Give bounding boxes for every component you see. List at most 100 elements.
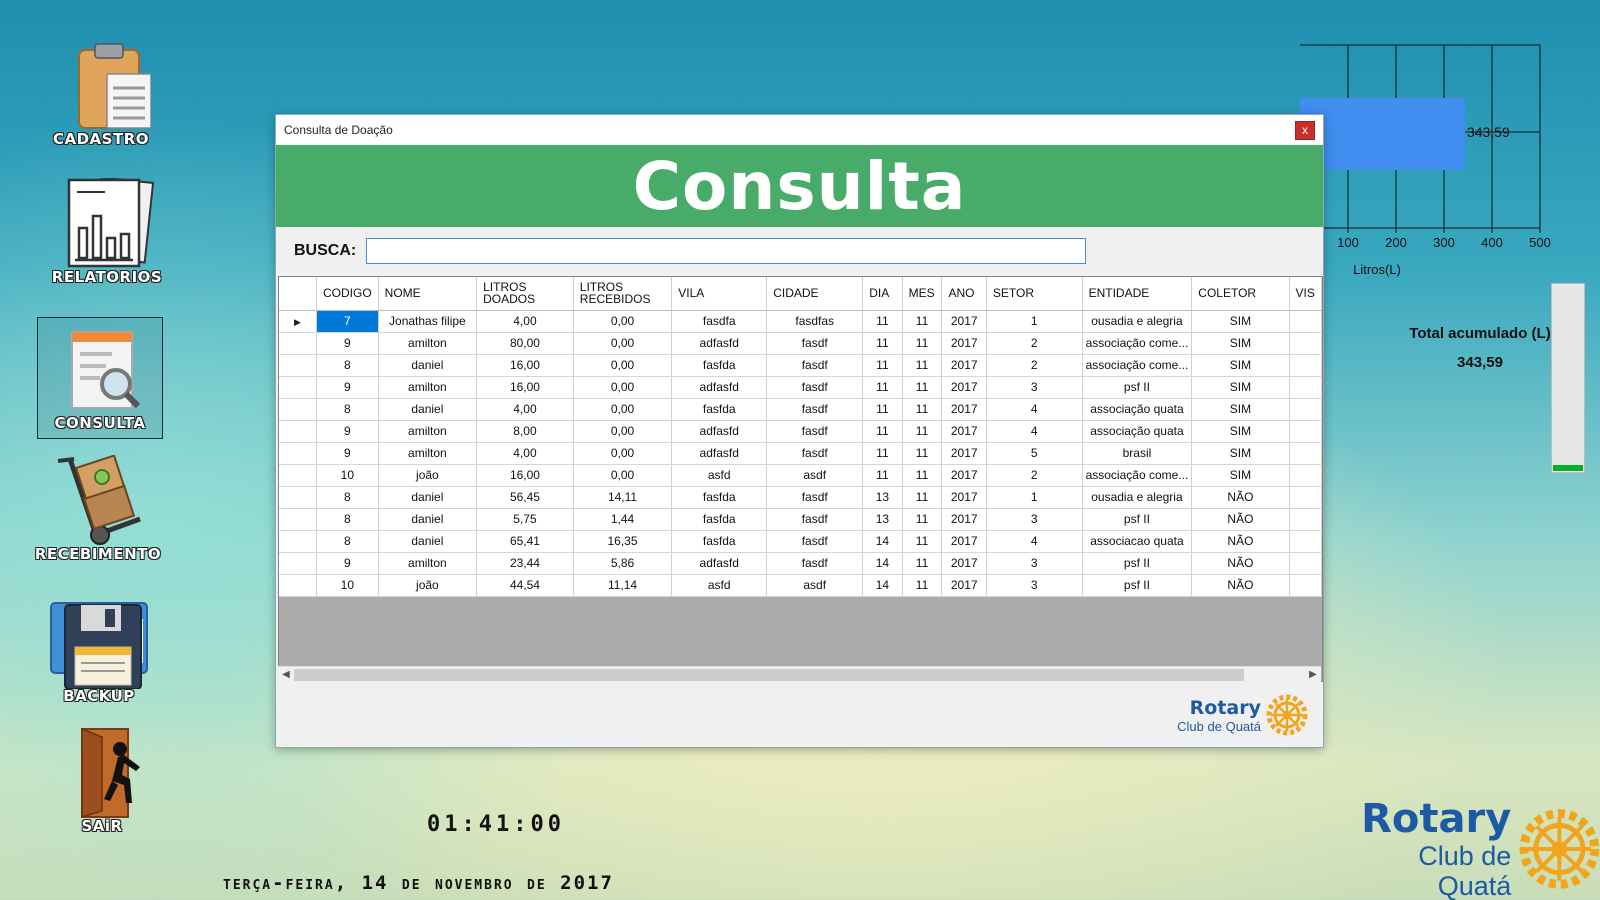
table-cell[interactable]: SIM xyxy=(1191,420,1290,443)
table-cell[interactable]: fasfda xyxy=(671,530,768,553)
row-header[interactable] xyxy=(279,420,317,443)
table-cell[interactable]: 11 xyxy=(902,574,943,597)
table-cell[interactable]: 0,00 xyxy=(573,376,673,399)
table-cell[interactable]: ousadia e alegria xyxy=(1082,310,1193,333)
table-row[interactable]: ▶ 7 Jonathas filipe 4,00 0,00 fasdfa fasdfas 11… xyxy=(279,310,1322,333)
table-cell[interactable]: NÃO xyxy=(1191,530,1290,553)
table-cell[interactable]: 11 xyxy=(902,508,943,531)
row-header[interactable] xyxy=(279,574,317,597)
table-cell[interactable]: daniel xyxy=(378,530,478,553)
table-cell[interactable]: 9 xyxy=(316,332,379,355)
table-cell[interactable]: SIM xyxy=(1191,376,1290,399)
table-cell[interactable]: 2017 xyxy=(941,486,987,509)
column-header[interactable]: COLETOR xyxy=(1191,277,1290,311)
table-cell[interactable]: fasdfas xyxy=(766,310,864,333)
table-cell[interactable]: 1,44 xyxy=(573,508,673,531)
table-cell[interactable]: 2017 xyxy=(941,530,987,553)
table-cell[interactable]: 2017 xyxy=(941,508,987,531)
column-header[interactable]: ENTIDADE xyxy=(1082,277,1193,311)
column-header[interactable]: MES xyxy=(902,277,943,311)
column-header[interactable]: SETOR xyxy=(986,277,1083,311)
table-cell[interactable]: 2 xyxy=(986,332,1083,355)
table-cell[interactable]: 44,54 xyxy=(476,574,574,597)
table-cell[interactable]: NÃO xyxy=(1191,508,1290,531)
table-cell[interactable]: fasdf xyxy=(766,332,864,355)
scroll-right-icon[interactable]: ▶ xyxy=(1305,667,1321,683)
table-cell[interactable]: adfasfd xyxy=(671,420,768,443)
table-cell[interactable]: amilton xyxy=(378,376,478,399)
table-cell[interactable]: 11 xyxy=(862,332,903,355)
table-cell[interactable] xyxy=(1289,332,1322,355)
table-cell[interactable]: 11 xyxy=(862,442,903,465)
table-cell[interactable]: 5,75 xyxy=(476,508,574,531)
column-header[interactable]: VILA xyxy=(671,277,768,311)
desktop-icon-cadastro[interactable]: CADASTRO xyxy=(36,40,166,148)
table-cell[interactable]: 8 xyxy=(316,354,379,377)
table-cell[interactable]: daniel xyxy=(378,398,478,421)
table-cell[interactable]: associação quata xyxy=(1082,420,1193,443)
table-cell[interactable]: adfasfd xyxy=(671,552,768,575)
desktop-icon-consulta[interactable]: CONSULTA xyxy=(37,317,163,439)
table-cell[interactable] xyxy=(1289,508,1322,531)
table-cell[interactable]: 9 xyxy=(316,376,379,399)
table-cell[interactable] xyxy=(1289,376,1322,399)
table-cell[interactable]: 3 xyxy=(986,552,1083,575)
table-cell[interactable] xyxy=(1289,552,1322,575)
table-cell[interactable]: 11 xyxy=(902,376,943,399)
table-cell[interactable]: Jonathas filipe xyxy=(378,310,478,333)
table-cell[interactable] xyxy=(1289,354,1322,377)
table-cell[interactable] xyxy=(1289,530,1322,553)
table-cell[interactable]: SIM xyxy=(1191,398,1290,421)
table-cell[interactable]: 0,00 xyxy=(573,354,673,377)
table-cell[interactable]: associação quata xyxy=(1082,398,1193,421)
row-header[interactable] xyxy=(279,552,317,575)
table-cell[interactable]: adfasfd xyxy=(671,442,768,465)
table-cell[interactable]: 2017 xyxy=(941,310,987,333)
row-header[interactable] xyxy=(279,464,317,487)
table-cell[interactable]: 13 xyxy=(862,508,903,531)
table-cell[interactable]: 14 xyxy=(862,530,903,553)
table-cell[interactable]: 0,00 xyxy=(573,332,673,355)
table-cell[interactable]: 3 xyxy=(986,508,1083,531)
table-row[interactable]: 9 amilton 80,00 0,00 adfasfd fasdf 11 11 2017 2 as… xyxy=(279,332,1322,355)
table-cell[interactable]: 11 xyxy=(902,486,943,509)
table-cell[interactable]: SIM xyxy=(1191,442,1290,465)
table-cell[interactable]: 14 xyxy=(862,552,903,575)
table-cell[interactable]: 2017 xyxy=(941,354,987,377)
table-cell[interactable]: ousadia e alegria xyxy=(1082,486,1193,509)
table-cell[interactable]: fasdf xyxy=(766,508,864,531)
table-cell[interactable]: fasdf xyxy=(766,486,864,509)
table-cell[interactable]: 11 xyxy=(862,354,903,377)
table-cell[interactable]: 11 xyxy=(862,310,903,333)
table-cell[interactable]: psf II xyxy=(1082,552,1193,575)
table-cell[interactable]: 4 xyxy=(986,398,1083,421)
table-cell[interactable]: amilton xyxy=(378,420,478,443)
table-cell[interactable]: 4,00 xyxy=(476,398,574,421)
table-cell[interactable]: associação come... xyxy=(1082,332,1193,355)
column-header[interactable]: CIDADE xyxy=(766,277,864,311)
table-cell[interactable]: amilton xyxy=(378,442,478,465)
table-cell[interactable]: 0,00 xyxy=(573,310,673,333)
table-cell[interactable]: 11 xyxy=(902,420,943,443)
table-cell[interactable]: 0,00 xyxy=(573,420,673,443)
row-header[interactable] xyxy=(279,530,317,553)
table-cell[interactable]: 10 xyxy=(316,574,379,597)
table-cell[interactable]: asfd xyxy=(671,464,768,487)
table-cell[interactable]: 10 xyxy=(316,464,379,487)
table-cell[interactable]: daniel xyxy=(378,486,478,509)
table-row[interactable]: 8 daniel 56,45 14,11 fasfda fasdf 13 11 2017 1 ous… xyxy=(279,486,1322,509)
close-button[interactable]: x xyxy=(1295,120,1315,140)
table-cell[interactable]: 9 xyxy=(316,442,379,465)
column-header[interactable]: NOME xyxy=(378,277,478,311)
row-header[interactable] xyxy=(279,398,317,421)
table-cell[interactable]: 2017 xyxy=(941,398,987,421)
table-cell[interactable]: 0,00 xyxy=(573,442,673,465)
table-cell[interactable]: 65,41 xyxy=(476,530,574,553)
table-cell[interactable]: 2017 xyxy=(941,464,987,487)
table-cell[interactable]: 8 xyxy=(316,530,379,553)
table-cell[interactable]: 11 xyxy=(862,398,903,421)
table-row[interactable]: 9 amilton 4,00 0,00 adfasfd fasdf 11 11 2017 5 bra… xyxy=(279,442,1322,465)
table-cell[interactable]: 1 xyxy=(986,486,1083,509)
table-cell[interactable]: amilton xyxy=(378,552,478,575)
table-cell[interactable]: fasfda xyxy=(671,486,768,509)
